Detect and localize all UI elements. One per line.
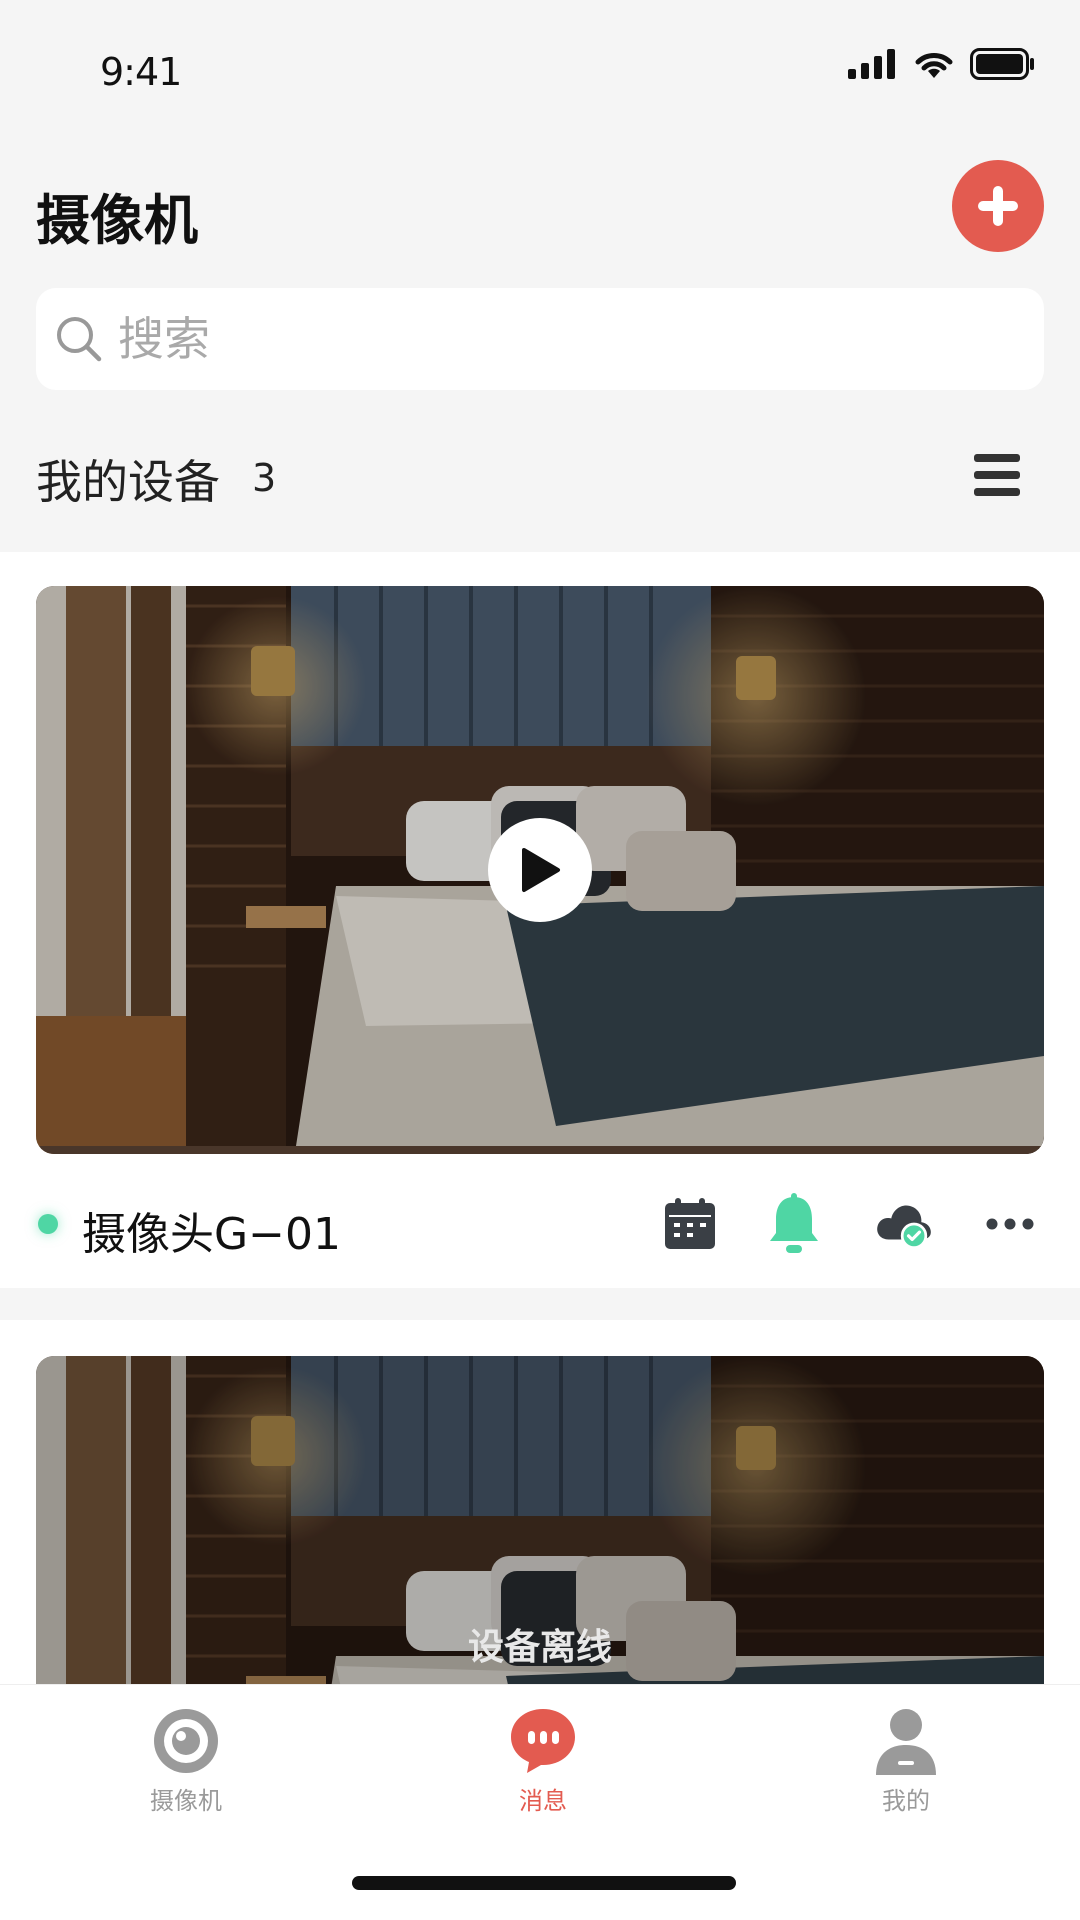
offline-label: 设备离线 — [467, 1627, 612, 1668]
play-button[interactable] — [488, 818, 592, 922]
tab-profile[interactable]: 我的 — [806, 1705, 1006, 1816]
camera-preview[interactable]: 设备离线 — [36, 1356, 1044, 1684]
more-icon — [986, 1218, 1034, 1230]
profile-icon — [876, 1709, 936, 1775]
tab-camera[interactable]: 摄像机 — [86, 1705, 286, 1816]
search-input[interactable] — [118, 312, 1018, 366]
play-icon — [522, 848, 560, 892]
device-name: 摄像头G−01 — [82, 1209, 341, 1260]
home-indicator — [352, 1876, 736, 1890]
devices-section-header: 我的设备 3 — [0, 430, 1080, 550]
list-icon-bar — [974, 454, 1020, 462]
tab-messages[interactable]: 消息 — [443, 1705, 643, 1816]
list-icon-bar — [974, 488, 1020, 496]
device-card[interactable]: 摄像头G−01 — [0, 552, 1080, 1288]
page-title: 摄像机 — [36, 189, 198, 252]
camera-icon — [154, 1709, 218, 1773]
cloud-check-icon — [877, 1205, 931, 1249]
status-time: 9:41 — [100, 50, 182, 94]
device-count: 3 — [252, 456, 277, 500]
header: 摄像机 — [0, 140, 1080, 270]
list-view-button[interactable] — [972, 450, 1022, 500]
plus-icon — [978, 186, 1018, 226]
message-icon — [511, 1709, 575, 1773]
calendar-icon — [665, 1198, 715, 1249]
more-button[interactable] — [980, 1194, 1040, 1254]
section-title: 我的设备 — [36, 455, 220, 509]
alarm-button[interactable] — [764, 1193, 824, 1254]
add-device-button[interactable] — [952, 160, 1044, 252]
online-status-dot — [38, 1214, 58, 1234]
tab-label: 消息 — [519, 1787, 567, 1815]
bell-icon — [770, 1193, 818, 1253]
status-icons — [848, 48, 1036, 80]
search-icon — [57, 317, 102, 362]
signal-icon — [848, 49, 895, 79]
cloud-storage-button[interactable] — [874, 1194, 934, 1254]
camera-preview[interactable] — [36, 586, 1044, 1154]
tab-label: 我的 — [882, 1787, 930, 1815]
search-bar[interactable] — [36, 288, 1044, 390]
wifi-icon — [915, 53, 953, 78]
list-icon-bar — [974, 471, 1020, 479]
tab-label: 摄像机 — [150, 1787, 222, 1815]
playback-button[interactable] — [660, 1194, 720, 1254]
battery-icon — [970, 48, 1034, 80]
device-card[interactable]: 设备离线 — [0, 1320, 1080, 1684]
status-bar: 9:41 — [0, 0, 1080, 140]
device-info-row: 摄像头G−01 — [0, 1154, 1080, 1288]
